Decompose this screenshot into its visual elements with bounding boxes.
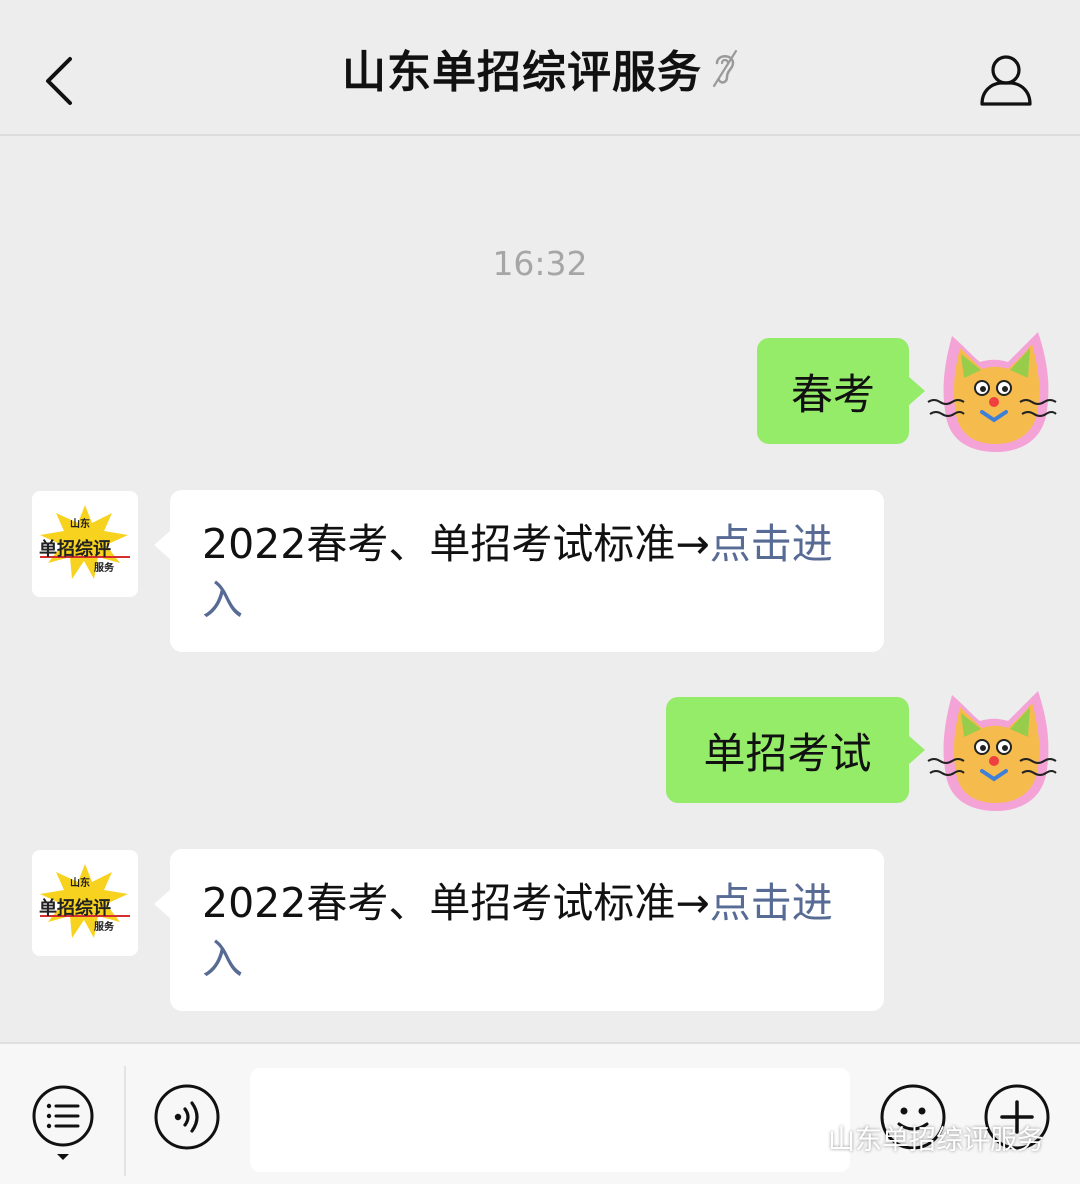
outgoing-message-bubble[interactable]: 单招考试	[666, 697, 925, 803]
message-text: 单招考试	[703, 728, 872, 778]
message-text: 春考	[790, 369, 875, 419]
menu-button[interactable]	[28, 1082, 98, 1162]
profile-button[interactable]	[974, 50, 1038, 110]
voice-icon	[154, 1084, 220, 1150]
logo-word-bottom: 服务	[94, 922, 114, 933]
cat-sticker-avatar-icon	[927, 332, 1057, 452]
outgoing-message-bubble[interactable]: 春考	[757, 338, 925, 444]
watermark-text: 山东单招综评服务	[828, 1124, 1044, 1156]
user-avatar[interactable]	[924, 326, 1064, 456]
input-bar-divider	[124, 1066, 126, 1176]
cat-sticker-avatar-icon	[927, 691, 1057, 811]
ear-icon	[712, 49, 738, 88]
message-timestamp: 16:32	[492, 244, 588, 283]
person-icon	[980, 55, 1032, 106]
wechat-icon	[781, 1123, 818, 1150]
incoming-message-bubble[interactable]: 2022春考、单招考试标准→点击进入	[154, 490, 884, 652]
menu-list-icon	[32, 1085, 94, 1160]
incoming-message-bubble[interactable]: 2022春考、单招考试标准→点击进入	[154, 849, 884, 1011]
logo-word-bottom: 服务	[94, 563, 114, 574]
watermark: 山东单招综评服务	[780, 1117, 1044, 1157]
logo-word-top: 山东	[70, 878, 90, 889]
bot-avatar[interactable]: 山东 单招综评 服务	[32, 491, 138, 597]
bot-avatar[interactable]: 山东 单招综评 服务	[32, 850, 138, 956]
user-avatar[interactable]	[924, 685, 1064, 815]
voice-button[interactable]	[152, 1082, 222, 1152]
message-text: 2022春考、单招考试标准→	[202, 879, 710, 927]
logo-word-main: 单招综评	[39, 898, 111, 919]
chat-header: 山东单招综评服务	[0, 0, 1080, 136]
title-area: 山东单招综评服务	[0, 0, 1080, 136]
message-text: 2022春考、单招考试标准→	[202, 520, 710, 568]
logo-word-main: 单招综评	[39, 539, 111, 560]
page-title: 山东单招综评服务	[342, 47, 702, 98]
input-bar	[0, 1042, 1080, 1184]
message-input[interactable]	[250, 1068, 850, 1172]
logo-word-top: 山东	[70, 519, 90, 530]
